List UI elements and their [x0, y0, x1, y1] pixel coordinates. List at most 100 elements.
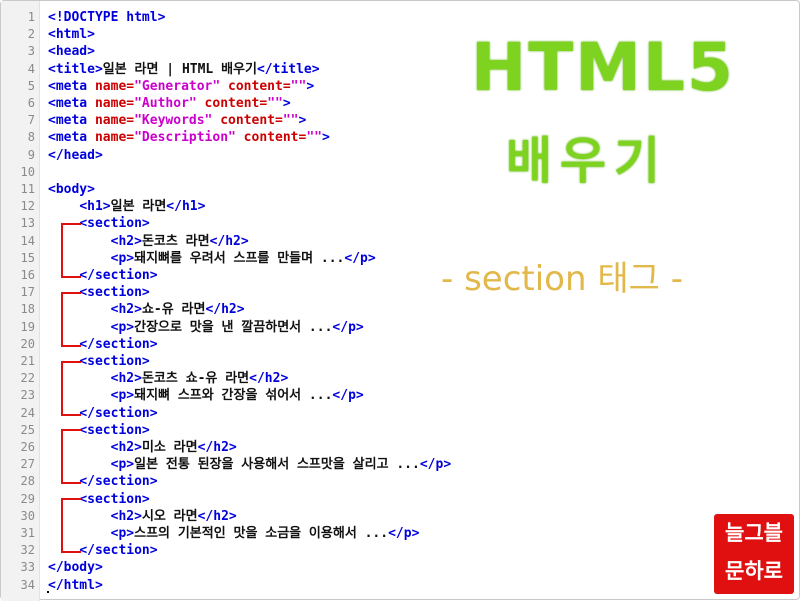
code-text: <meta name="Keywords" content="">	[48, 112, 306, 129]
section-bracket	[61, 429, 81, 484]
line-number: 1	[27, 10, 35, 24]
code-text: <p>돼지뼈를 우려서 스프를 만들며 ...</p>	[48, 250, 376, 267]
line-number: 7	[27, 113, 35, 128]
code-text: <h1>일본 라면</h1>	[48, 198, 205, 215]
code-text: </html>	[48, 577, 103, 594]
code-token-tag: </section>	[79, 474, 158, 490]
code-token-txt: 돈코츠 쇼-유 라면	[141, 371, 250, 387]
code-token-tag: </h1>	[166, 199, 206, 215]
code-token-tag: <!DOCTYPE html>	[48, 10, 166, 25]
code-token-tag: </h2>	[197, 508, 237, 524]
code-token-tag: <title>	[48, 61, 103, 77]
line-number: 19	[20, 319, 35, 334]
line-number: 26	[20, 440, 35, 454]
overlay-section-tag-label: - section 태그 -	[441, 259, 683, 299]
line-number: 33	[20, 560, 35, 575]
code-token-str: "Author"	[134, 96, 197, 111]
code-text: </body>	[48, 559, 103, 576]
code-token-tag: </section>	[79, 543, 158, 559]
code-token-txt: 일본 라면 | HTML 배우기	[102, 61, 257, 77]
code-token-attr: content=	[196, 96, 268, 111]
code-text: <p>간장으로 맛을 낸 깔끔하면서 ...</p>	[48, 319, 364, 336]
line-number: 16	[20, 268, 35, 282]
code-token-attr: name=	[94, 130, 135, 146]
code-token-tag: <h2>	[110, 371, 142, 387]
code-token-txt: 돈코츠 라면	[141, 233, 210, 249]
section-bracket	[61, 292, 81, 347]
code-token-tag: <html>	[48, 27, 95, 43]
code-token-tag: <p>	[110, 457, 135, 473]
code-text: <p>일본 전통 된장을 사용해서 스프맛을 살리고 ...</p>	[48, 456, 452, 473]
code-token-txt: 일본 라면	[110, 199, 167, 215]
logo-line-2: 문하로	[725, 559, 783, 583]
code-token-tag: <meta	[48, 130, 95, 146]
code-token-txt: 스프의 기본적인 맛을 소금을 이용해서 ...	[134, 526, 389, 541]
line-number: 5	[27, 78, 35, 93]
code-token-tag: >	[282, 96, 291, 111]
line-number: 3	[27, 44, 35, 59]
code-token-tag: <h2>	[110, 302, 142, 318]
code-token-str: "Description"	[134, 130, 236, 146]
blog-logo: 늘그블 문하로	[714, 514, 794, 594]
line-number: 30	[20, 508, 35, 523]
code-token-tag: <body>	[48, 182, 95, 197]
code-token-tag: </body>	[48, 560, 103, 576]
overlay-title-learn: 배우기	[506, 132, 668, 190]
code-token-tag: <head>	[48, 44, 95, 60]
logo-line-1: 늘그블	[725, 521, 783, 545]
code-token-tag: <section>	[79, 216, 150, 232]
code-token-attr: name=	[94, 96, 135, 111]
line-number: 31	[20, 526, 35, 540]
code-token-tag: </section>	[79, 336, 158, 352]
code-text: </head>	[48, 147, 103, 164]
code-token-tag: <meta	[48, 113, 95, 129]
code-token-txt: 간장으로 맛을 낸 깔끔하면서 ...	[134, 319, 333, 335]
code-token-txt: 돼지뼈를 우려서 스프를 만들며 ...	[134, 250, 345, 266]
line-number: 14	[20, 233, 35, 248]
code-text: <meta name="Generator" content="">	[48, 78, 314, 95]
code-token-attr: content=	[220, 78, 291, 94]
line-number: 6	[27, 96, 35, 110]
text-cursor	[47, 591, 49, 593]
code-token-tag: <h2>	[110, 440, 142, 455]
code-token-tag: </p>	[344, 250, 376, 266]
line-number: 11	[20, 182, 35, 196]
line-number: 8	[27, 130, 35, 145]
code-token-tag: <p>	[110, 250, 135, 266]
code-text: <!DOCTYPE html>	[48, 9, 165, 26]
code-text: <title>일본 라면 | HTML 배우기</title>	[48, 61, 320, 78]
code-token-str: "Generator"	[134, 78, 221, 94]
code-token-tag: </p>	[419, 457, 452, 473]
code-token-tag: <section>	[79, 354, 150, 369]
line-number: 17	[20, 285, 35, 300]
code-token-tag: </h2>	[249, 371, 289, 387]
line-number: 20	[20, 336, 35, 351]
code-editor-window: 1 <!DOCTYPE html> 2 <html> 3 <head> 4 <title>일본…	[0, 0, 800, 601]
line-number: 21	[20, 354, 35, 368]
line-number: 32	[20, 543, 35, 558]
code-token-tag: </h2>	[197, 440, 237, 455]
code-token-tag: </head>	[48, 147, 103, 163]
section-bracket	[61, 498, 81, 553]
code-token-tag: </p>	[388, 526, 420, 541]
code-text: <p>스프의 기본적인 맛을 소금을 이용해서 ...</p>	[48, 525, 420, 542]
code-token-txt: 쇼-유 라면	[141, 302, 206, 318]
code-token-tag: </section>	[79, 268, 158, 283]
code-token-attr: content=	[212, 113, 283, 129]
code-token-tag: </h2>	[205, 302, 245, 318]
code-token-attr: content=	[235, 130, 307, 146]
line-number: 27	[20, 457, 35, 472]
code-token-tag: </p>	[332, 388, 364, 404]
line-number: 23	[20, 388, 35, 403]
code-token-tag: >	[306, 78, 315, 94]
code-token-tag: <p>	[110, 526, 135, 541]
code-token-attr: name=	[94, 78, 135, 94]
code-token-txt: 미소 라면	[141, 440, 198, 455]
code-text: <head>	[48, 43, 95, 60]
section-bracket	[61, 361, 81, 416]
line-number: 2	[27, 27, 35, 42]
line-number: 4	[27, 61, 35, 76]
section-bracket	[61, 223, 81, 278]
line-number: 15	[20, 250, 35, 265]
code-token-tag: >	[298, 113, 307, 129]
